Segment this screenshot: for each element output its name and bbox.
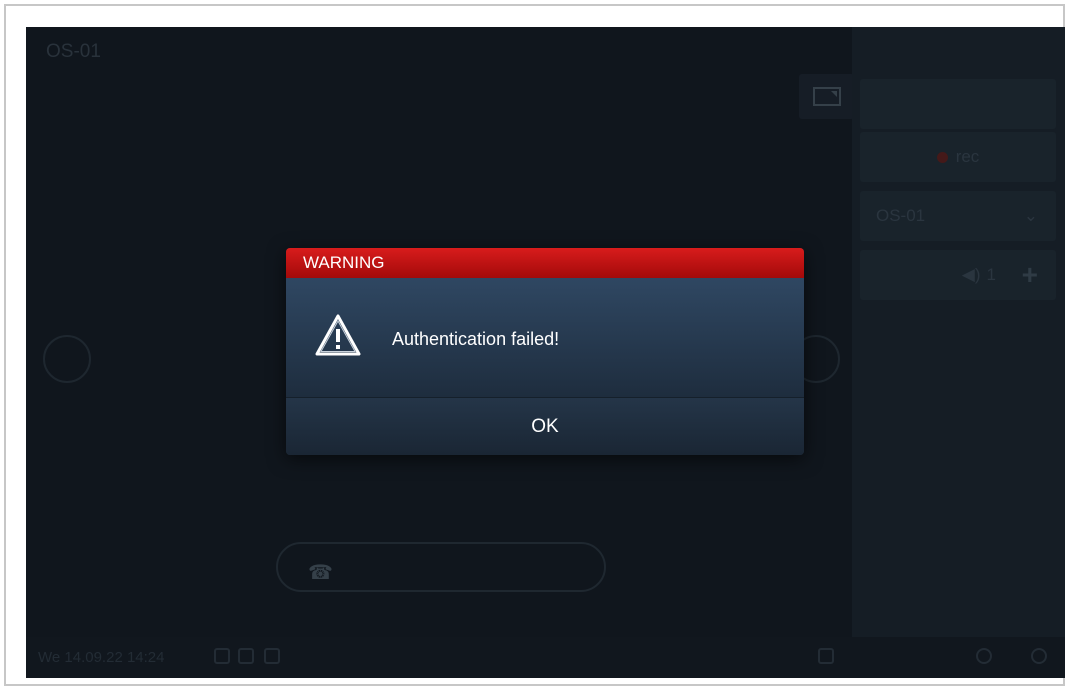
warning-triangle-icon	[315, 314, 361, 356]
warning-dialog: WARNING Authentication failed! OK	[286, 248, 804, 455]
dialog-title: WARNING	[286, 248, 804, 278]
ok-button[interactable]: OK	[286, 398, 804, 455]
window-frame: OS-01 ☎ rec OS-01 ⌄ ◀) 1 + We 14.09.22 1…	[4, 4, 1065, 686]
dialog-body: Authentication failed!	[286, 278, 804, 397]
dialog-message: Authentication failed!	[392, 329, 560, 349]
device-screen: OS-01 ☎ rec OS-01 ⌄ ◀) 1 + We 14.09.22 1…	[26, 27, 1065, 678]
dialog-footer: OK	[286, 397, 804, 455]
